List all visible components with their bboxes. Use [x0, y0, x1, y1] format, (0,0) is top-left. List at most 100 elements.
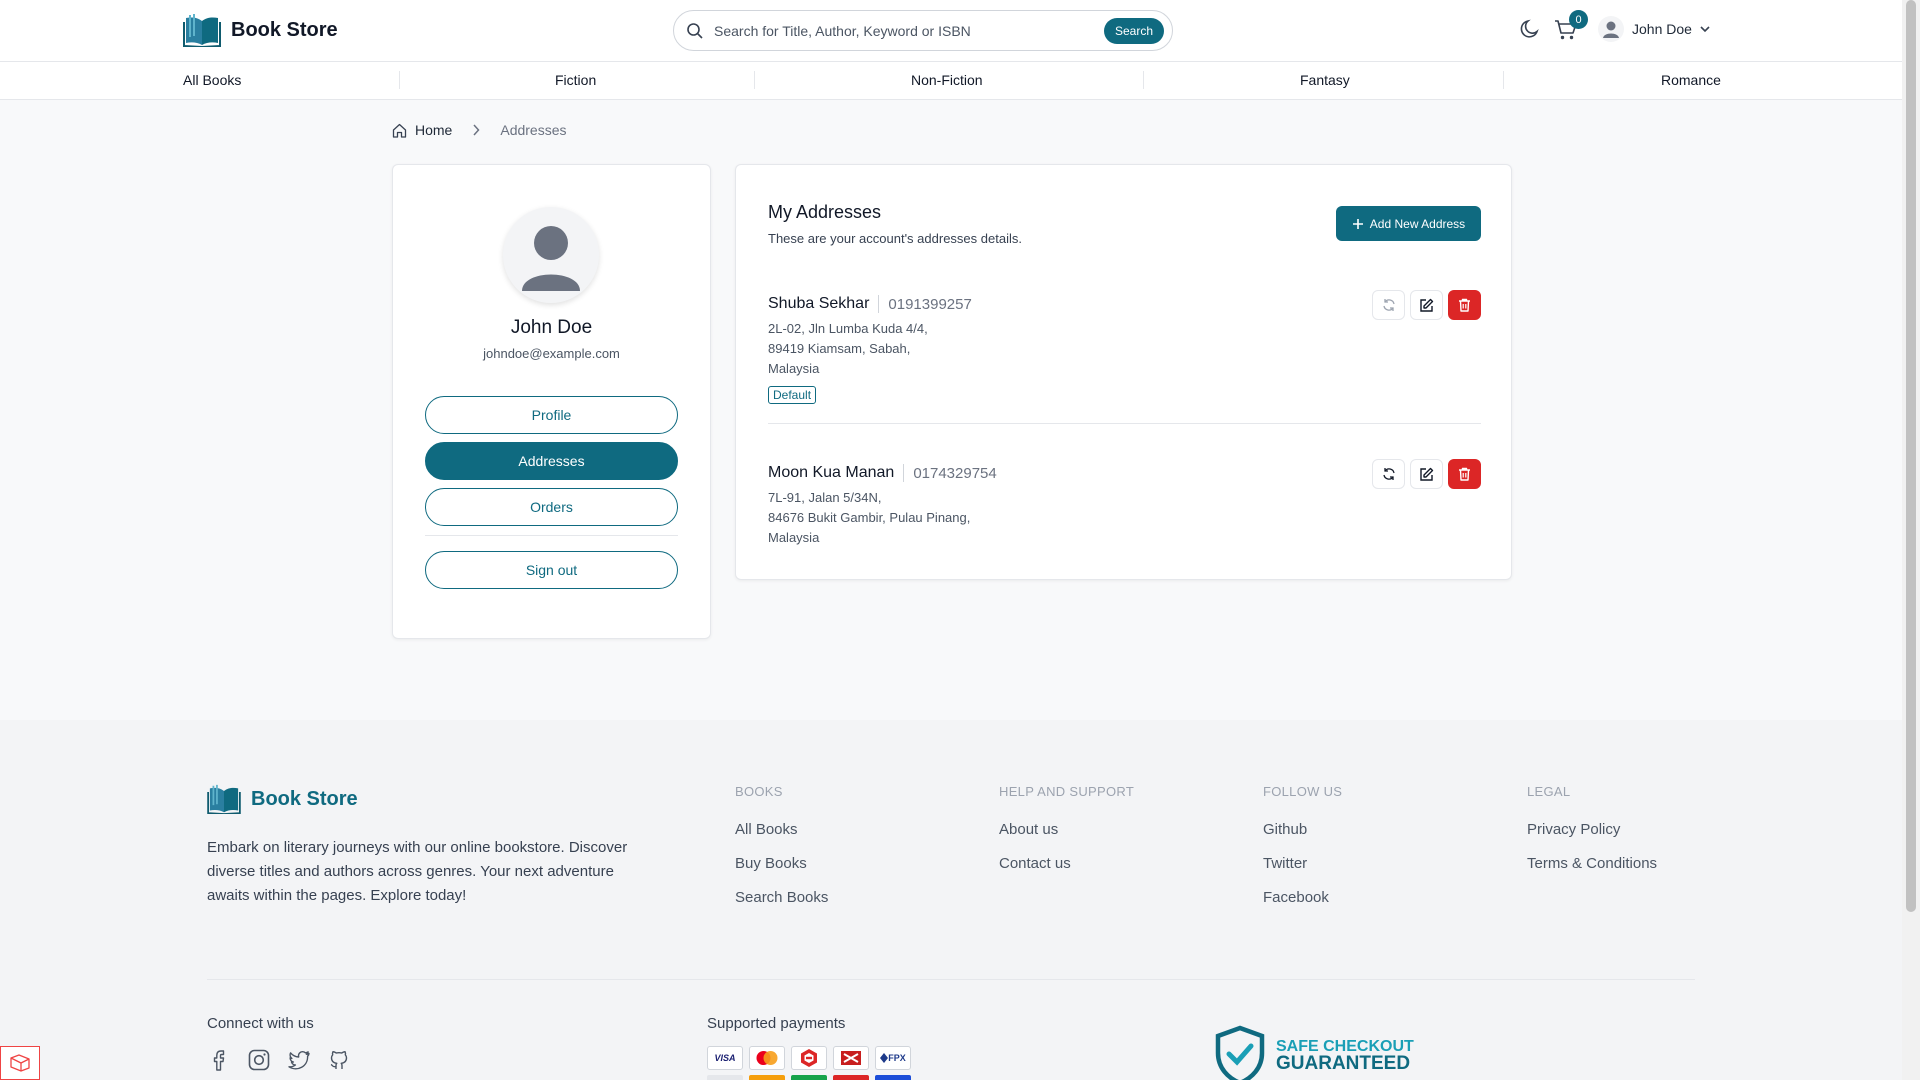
payment-methods: VISA FPX [707, 1046, 911, 1070]
safe-checkout-line-2: GUARANTEED [1276, 1053, 1411, 1074]
address-name: Shuba Sekhar [768, 295, 880, 313]
edit-icon [1419, 298, 1434, 313]
profile-card: John Doe johndoe@example.com Profile Add… [392, 164, 711, 639]
chevron-down-icon [1700, 25, 1710, 33]
category-non-fiction[interactable]: Non-Fiction [911, 72, 983, 88]
addresses-subtitle: These are your account's addresses detai… [768, 231, 1022, 246]
footer-link-twitter[interactable]: Twitter [1263, 855, 1342, 872]
edit-icon [1419, 467, 1434, 482]
breadcrumb-home[interactable]: Home [392, 122, 452, 138]
nav-divider [754, 71, 755, 89]
address-phone: 0174329754 [913, 464, 997, 482]
edit-address-button[interactable] [1410, 290, 1443, 320]
default-badge: Default [768, 386, 817, 404]
refresh-icon [1382, 467, 1396, 481]
instagram-icon[interactable] [247, 1048, 271, 1072]
footer-link-contact-us[interactable]: Contact us [999, 855, 1134, 872]
breadcrumb: Home Addresses [392, 122, 567, 138]
avatar [503, 207, 599, 303]
footer-link-terms[interactable]: Terms & Conditions [1527, 855, 1657, 872]
address-actions [1372, 459, 1481, 489]
address-line: 2L-02, Jln Lumba Kuda 4/4, [768, 321, 928, 336]
payment-chip [833, 1075, 869, 1080]
category-all-books[interactable]: All Books [183, 72, 241, 88]
footer-heading: LEGAL [1527, 784, 1571, 799]
add-new-address-label: Add New Address [1369, 216, 1466, 231]
add-new-address-button[interactable]: Add New Address [1336, 206, 1481, 241]
footer-link-about-us[interactable]: About us [999, 821, 1134, 838]
search-button[interactable]: Search [1103, 17, 1164, 44]
logo-text: Book Store [231, 18, 338, 41]
addresses-title: My Addresses [768, 202, 882, 222]
address-line: Malaysia [768, 530, 820, 545]
breadcrumb-home-label: Home [415, 122, 453, 138]
edit-address-button[interactable] [1410, 459, 1443, 489]
profile-email: johndoe@example.com [483, 346, 620, 361]
footer-heading: FOLLOW US [1263, 784, 1343, 799]
category-nav: All Books Fiction Non-Fiction Fantasy Ro… [0, 62, 1902, 100]
refresh-icon [1382, 298, 1396, 312]
nav-divider [1503, 71, 1504, 89]
shield-check-icon [1214, 1025, 1266, 1080]
footer-link-buy-books[interactable]: Buy Books [735, 855, 828, 872]
payments-label: Supported payments [707, 1015, 846, 1032]
footer-heading: HELP AND SUPPORT [999, 784, 1135, 799]
footer-link-github[interactable]: Github [1263, 821, 1342, 838]
search-input[interactable] [714, 22, 1104, 39]
chevron-right-icon [472, 124, 480, 136]
nav-divider [399, 71, 400, 89]
footer-column-legal: LEGAL Privacy Policy Terms & Conditions [1527, 784, 1657, 889]
address-name: Moon Kua Manan [768, 464, 905, 482]
address-divider [768, 423, 1481, 424]
search-bar: Search [673, 10, 1173, 51]
address-line: 84676 Bukit Gambir, Pulau Pinang, [768, 510, 971, 525]
user-menu[interactable]: John Doe [1598, 16, 1710, 42]
search-icon [686, 22, 704, 40]
fpx-icon: FPX [875, 1046, 911, 1070]
user-name: John Doe [1632, 21, 1692, 37]
delete-address-button[interactable] [1448, 459, 1481, 489]
footer-link-privacy[interactable]: Privacy Policy [1527, 821, 1657, 838]
category-romance[interactable]: Romance [1661, 72, 1721, 88]
sign-out-button[interactable]: Sign out [425, 551, 678, 589]
vertical-scrollbar[interactable] [1902, 0, 1920, 1080]
footer-logo[interactable]: Book Store [207, 784, 358, 814]
address-item: Moon Kua Manan 0174329754 7L-91, Jalan 5… [768, 459, 1481, 548]
payment-chip [791, 1075, 827, 1080]
trash-icon [1458, 298, 1471, 312]
category-fantasy[interactable]: Fantasy [1300, 72, 1350, 88]
safe-checkout-badge: SAFE CHECKOUT GUARANTEED [1214, 1025, 1414, 1080]
top-header: Book Store Search 0 John Doe [0, 0, 1902, 62]
set-default-button[interactable] [1372, 459, 1405, 489]
footer-divider [207, 979, 1695, 980]
footer-link-all-books[interactable]: All Books [735, 821, 828, 838]
home-icon [392, 123, 407, 138]
footer-link-facebook[interactable]: Facebook [1263, 889, 1342, 906]
facebook-icon[interactable] [207, 1048, 231, 1072]
footer-logo-text: Book Store [251, 787, 358, 810]
social-links [207, 1048, 351, 1072]
scrollbar-thumb[interactable] [1906, 0, 1916, 912]
delete-address-button[interactable] [1448, 290, 1481, 320]
twitter-icon[interactable] [287, 1048, 311, 1072]
addresses-button[interactable]: Addresses [425, 442, 678, 480]
footer-heading: BOOKS [735, 784, 783, 799]
book-logo-icon [183, 13, 221, 47]
orders-button[interactable]: Orders [425, 488, 678, 526]
footer-column-books: BOOKS All Books Buy Books Search Books [735, 784, 828, 923]
logo[interactable]: Book Store [183, 13, 338, 47]
footer: Book Store Embark on literary journeys w… [0, 720, 1902, 1080]
dark-mode-moon-icon[interactable] [1519, 18, 1541, 40]
github-icon[interactable] [327, 1048, 351, 1072]
profile-button[interactable]: Profile [425, 396, 678, 434]
address-phone: 0191399257 [888, 295, 972, 313]
book-logo-icon [207, 784, 241, 814]
nav-divider [1143, 71, 1144, 89]
divider [425, 535, 678, 536]
category-fiction[interactable]: Fiction [555, 72, 596, 88]
footer-link-search-books[interactable]: Search Books [735, 889, 828, 906]
connect-label: Connect with us [207, 1015, 314, 1032]
set-default-button[interactable] [1372, 290, 1405, 320]
plus-icon [1352, 218, 1364, 230]
debug-toolbar-icon[interactable] [0, 1046, 40, 1080]
